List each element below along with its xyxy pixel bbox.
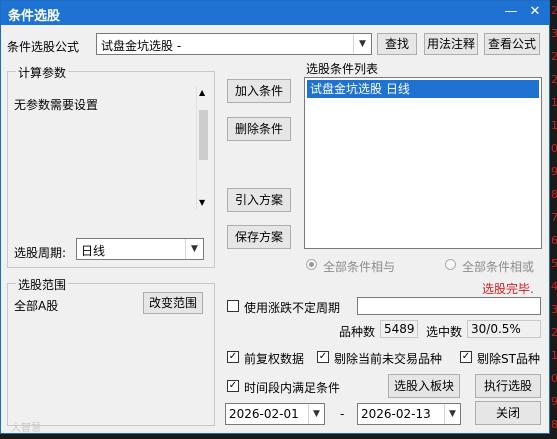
chevron-down-icon[interactable]: ▼ xyxy=(353,34,371,54)
find-button[interactable]: 查找 xyxy=(377,33,417,55)
to-block-button[interactable]: 选股入板块 xyxy=(388,374,460,398)
params-scrollbar[interactable]: ▲ ▼ xyxy=(196,86,211,210)
period-satisfy-checkbox[interactable]: ✓ xyxy=(227,380,239,392)
axis-number: 3 xyxy=(551,27,557,40)
pre-adjust-label: 前复权数据 xyxy=(244,352,305,366)
range-legend: 选股范围 xyxy=(16,276,69,293)
period-combo[interactable]: 日线 ▼ xyxy=(76,238,204,260)
params-group: 计算参数 无参数需要设置 ▲ ▼ 选股周期: 日线 ▼ xyxy=(7,64,215,268)
minimize-icon[interactable]: — xyxy=(501,3,521,21)
execute-button[interactable]: 执行选股 xyxy=(475,374,541,398)
axis-number: 2 xyxy=(551,50,557,63)
axis-number: 3 xyxy=(551,303,557,316)
all-and-label: 全部条件相与 xyxy=(323,260,396,274)
axis-number: 8 xyxy=(551,188,557,201)
pre-adjust-checkbox[interactable]: ✓ xyxy=(227,351,239,363)
unfixed-period-checkbox[interactable] xyxy=(227,300,239,312)
status-text: 选股完毕. xyxy=(482,282,534,296)
condition-stock-picker-window: 条件选股 — ✕ 条件选股公式 试盘金坑选股 - ▼ 查找 用法注释 查看公式 … xyxy=(0,0,550,434)
selected-value: 30/0.5% xyxy=(471,322,521,336)
conditions-legend: 选股条件列表 xyxy=(306,62,379,76)
axis-number: 9 xyxy=(551,395,557,408)
axis-number: 4 xyxy=(551,280,557,293)
all-or-label: 全部条件相或 xyxy=(462,260,535,274)
unfixed-period-label: 使用涨跌不定周期 xyxy=(244,301,341,315)
params-text: 无参数需要设置 xyxy=(14,98,99,112)
exclude-st-checkbox[interactable]: ✓ xyxy=(460,351,472,363)
calendar-dropdown-icon[interactable]: ▼ xyxy=(308,404,324,424)
axis-number: 2 xyxy=(551,4,557,17)
add-condition-button[interactable]: 加入条件 xyxy=(227,79,291,103)
period-satisfy-label: 时间段内满足条件 xyxy=(244,381,341,395)
axis-number: 1 xyxy=(551,119,557,132)
condition-item[interactable]: 试盘金坑选股 日线 xyxy=(307,80,539,98)
axis-number: 5 xyxy=(551,257,557,270)
start-date-value: 2026-02-01 xyxy=(229,407,299,421)
axis-number: 8 xyxy=(551,418,557,431)
axis-number: 6 xyxy=(551,234,557,247)
end-date-value: 2026-02-13 xyxy=(361,407,431,421)
delete-condition-button[interactable]: 删除条件 xyxy=(227,117,291,141)
axis-number: 7 xyxy=(551,211,557,224)
axis-number: 9 xyxy=(551,165,557,178)
view-formula-button[interactable]: 查看公式 xyxy=(484,33,540,55)
formula-label: 条件选股公式 xyxy=(7,40,80,54)
period-label: 选股周期: xyxy=(14,246,67,260)
exclude-untraded-label: 剔除当前未交易品种 xyxy=(334,352,443,366)
exclude-st-label: 剔除ST品种 xyxy=(477,352,540,366)
range-value: 全部A股 xyxy=(14,299,59,313)
count-label: 品种数 xyxy=(339,325,376,339)
all-or-radio[interactable] xyxy=(445,259,456,270)
count-value: 5489 xyxy=(384,322,415,336)
conditions-list[interactable]: 试盘金坑选股 日线 xyxy=(304,77,542,249)
import-plan-button[interactable]: 引入方案 xyxy=(227,188,291,212)
formula-value: 试盘金坑选股 - xyxy=(101,39,182,53)
close-icon[interactable]: ✕ xyxy=(525,3,545,21)
window-title: 条件选股 xyxy=(8,9,61,24)
params-legend: 计算参数 xyxy=(16,64,69,81)
unfixed-period-field[interactable] xyxy=(357,297,541,315)
all-and-radio[interactable] xyxy=(306,259,317,270)
exclude-untraded-checkbox[interactable]: ✓ xyxy=(317,351,329,363)
title-bar[interactable]: 条件选股 — ✕ xyxy=(1,1,549,25)
count-box: 5489 xyxy=(380,320,418,338)
date-separator: - xyxy=(340,407,345,421)
axis-number: 1 xyxy=(551,349,557,362)
change-range-button[interactable]: 改变范围 xyxy=(143,292,203,314)
axis-number: 2 xyxy=(551,73,557,86)
axis-number: 2 xyxy=(551,326,557,339)
chevron-down-icon[interactable]: ▼ xyxy=(185,239,203,259)
calendar-dropdown-icon[interactable]: ▼ xyxy=(444,404,460,424)
close-button[interactable]: 关闭 xyxy=(475,401,541,425)
usage-button[interactable]: 用法注释 xyxy=(424,33,478,55)
scroll-up-icon[interactable]: ▲ xyxy=(199,88,205,97)
scroll-thumb[interactable] xyxy=(199,110,208,160)
end-date-field[interactable]: 2026-02-13 ▼ xyxy=(357,403,461,425)
formula-combo[interactable]: 试盘金坑选股 - ▼ xyxy=(96,33,372,55)
selected-box: 30/0.5% xyxy=(467,320,541,338)
axis-number: 0 xyxy=(551,142,557,155)
scroll-down-icon[interactable]: ▼ xyxy=(199,198,205,207)
axis-number: 0 xyxy=(551,372,557,385)
axis-number: 1 xyxy=(551,96,557,109)
selected-label: 选中数 xyxy=(426,325,463,339)
save-plan-button[interactable]: 保存方案 xyxy=(227,225,291,249)
range-group: 选股范围 全部A股 改变范围 xyxy=(7,276,215,426)
period-value: 日线 xyxy=(81,244,106,258)
watermark-logo: 大智慧 xyxy=(11,423,41,434)
start-date-field[interactable]: 2026-02-01 ▼ xyxy=(225,403,325,425)
